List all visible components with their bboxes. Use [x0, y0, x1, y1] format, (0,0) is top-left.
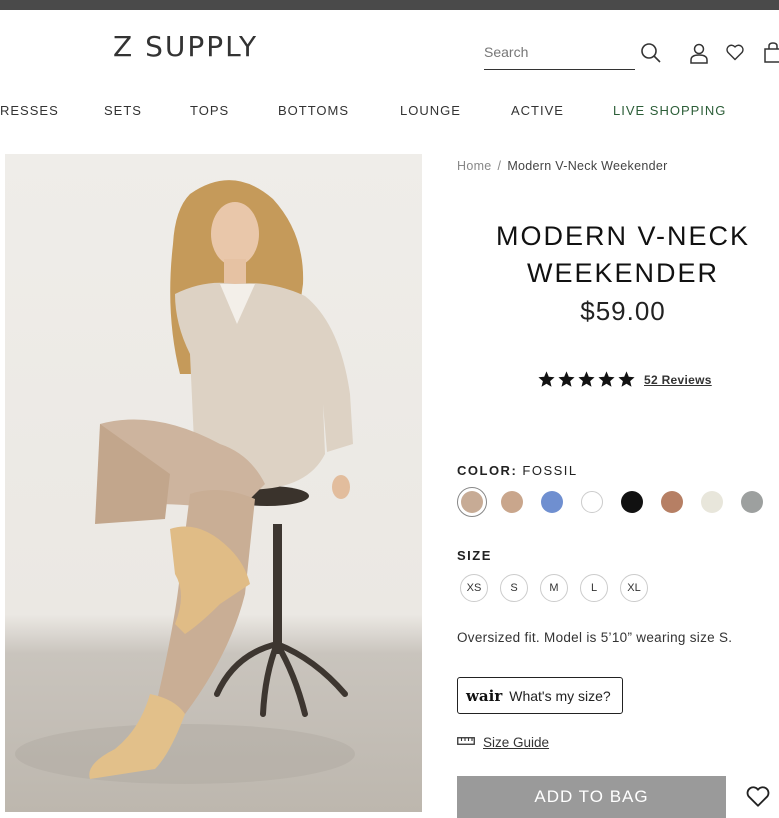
size-option-l[interactable]: L — [580, 574, 608, 602]
size-option-s[interactable]: S — [500, 574, 528, 602]
nav-item-lounge[interactable]: LOUNGE — [400, 103, 461, 118]
nav-item-sets[interactable]: SETS — [104, 103, 142, 118]
nav-item-tops[interactable]: TOPS — [190, 103, 229, 118]
search-icon[interactable] — [640, 42, 662, 64]
product-title-line2: WEEKENDER — [526, 258, 720, 288]
color-swatch[interactable] — [501, 491, 523, 513]
star-icon — [598, 371, 615, 387]
top-bar — [0, 0, 779, 10]
wishlist-icon[interactable] — [725, 42, 745, 62]
star-icon — [538, 371, 555, 387]
color-label: COLOR: — [457, 463, 518, 478]
nav-item-dresses[interactable]: RESSES — [0, 103, 59, 118]
model-photo-illustration — [15, 180, 355, 784]
star-icon — [618, 371, 635, 387]
size-label: SIZE — [457, 548, 492, 563]
breadcrumb-current: Modern V-Neck Weekender — [507, 159, 668, 173]
site-logo[interactable]: Z SUPPLY — [113, 30, 258, 63]
product-title: MODERN V-NECK WEEKENDER — [460, 218, 779, 292]
color-swatch[interactable] — [581, 491, 603, 513]
reviews-link[interactable]: 52 Reviews — [644, 373, 712, 387]
color-label-row: COLOR: FOSSIL — [457, 463, 578, 478]
product-price: $59.00 — [580, 296, 666, 326]
color-swatch[interactable] — [741, 491, 763, 513]
search-box[interactable] — [484, 40, 635, 70]
breadcrumb-separator: / — [497, 159, 502, 173]
ruler-icon — [457, 733, 475, 751]
product-title-line1: MODERN V-NECK — [495, 221, 751, 251]
breadcrumb-home[interactable]: Home — [457, 159, 492, 173]
color-swatch[interactable] — [661, 491, 683, 513]
color-swatch[interactable] — [541, 491, 563, 513]
star-icon — [558, 371, 575, 387]
account-icon[interactable] — [689, 42, 709, 64]
product-image[interactable] — [5, 154, 422, 812]
color-value: FOSSIL — [522, 463, 578, 478]
product-rating[interactable]: 52 Reviews — [537, 370, 712, 389]
add-to-bag-button[interactable]: ADD TO BAG — [457, 776, 726, 818]
size-guide-label: Size Guide — [483, 734, 550, 750]
nav-item-bottoms[interactable]: BOTTOMS — [278, 103, 349, 118]
wair-logo: wair — [466, 686, 503, 705]
bag-icon[interactable] — [764, 42, 779, 64]
size-guide-link[interactable]: Size Guide — [457, 733, 549, 751]
rating-stars — [537, 370, 636, 389]
search-input[interactable] — [484, 40, 624, 64]
breadcrumb: Home / Modern V-Neck Weekender — [457, 159, 668, 173]
color-swatch[interactable] — [457, 487, 487, 517]
fit-note: Oversized fit. Model is 5’10” wearing si… — [457, 630, 733, 645]
nav-item-live-shopping[interactable]: LIVE SHOPPING — [613, 103, 726, 118]
whats-my-size-label: What's my size? — [509, 687, 611, 704]
main-nav: RESSES SETS TOPS BOTTOMS LOUNGE ACTIVE L… — [0, 103, 779, 121]
star-icon — [578, 371, 595, 387]
size-option-m[interactable]: M — [540, 574, 568, 602]
add-to-wishlist-heart-icon[interactable] — [744, 783, 772, 814]
nav-item-active[interactable]: ACTIVE — [511, 103, 564, 118]
color-swatch[interactable] — [621, 491, 643, 513]
size-option-xl[interactable]: XL — [620, 574, 648, 602]
color-swatch[interactable] — [701, 491, 723, 513]
size-option-xs[interactable]: XS — [460, 574, 488, 602]
whats-my-size-button[interactable]: wair What's my size? — [457, 677, 623, 714]
